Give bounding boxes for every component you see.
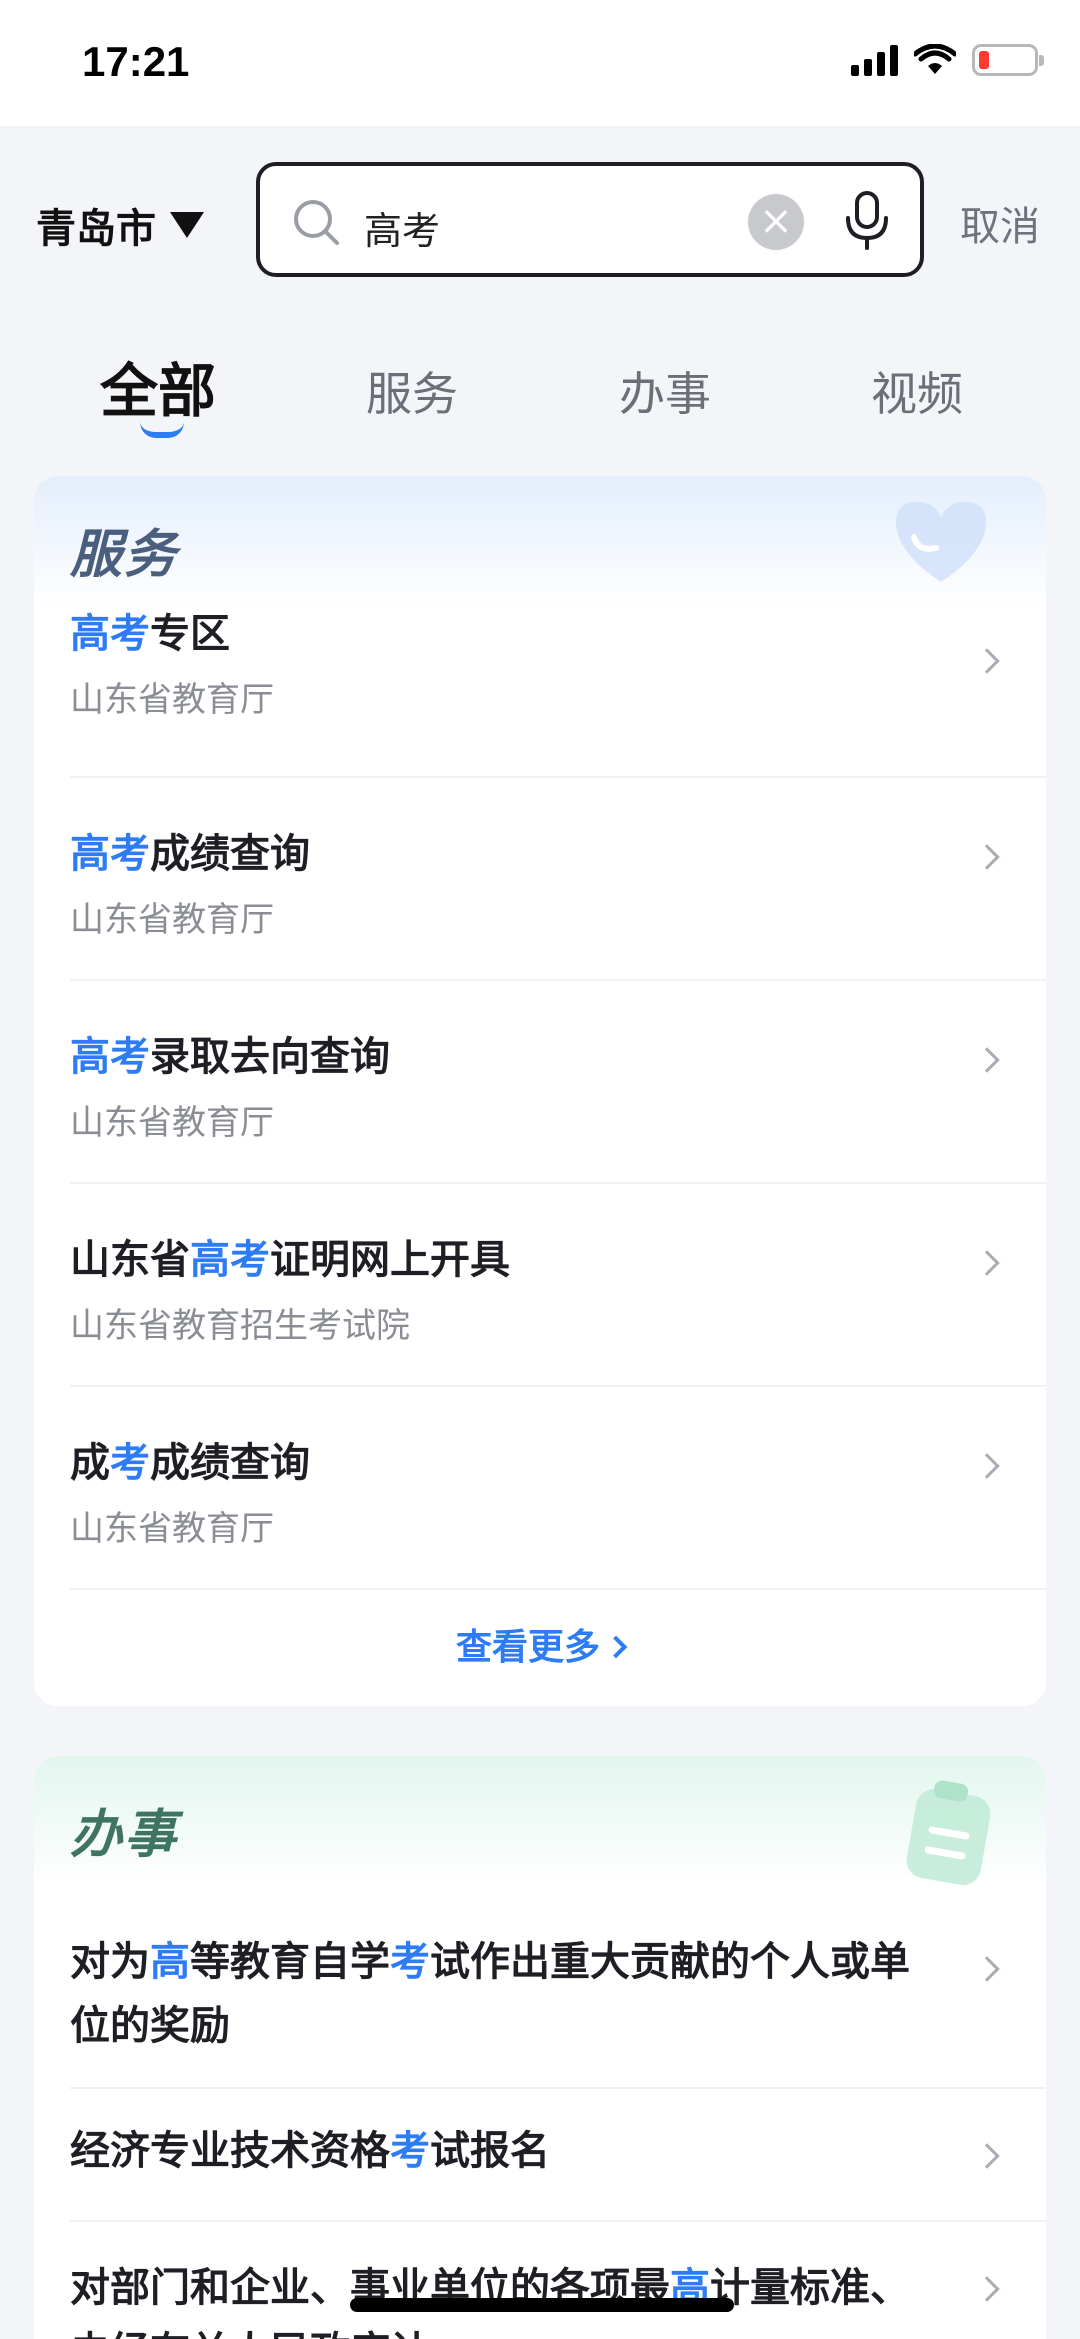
clipboard-decoration-icon [906, 1780, 991, 1886]
heart-decoration-icon [896, 501, 986, 582]
tab-affairs[interactable]: 办事 [619, 358, 711, 424]
services-card: 服务 高考专区 山东省教育厅 高考成绩查询 山东省教育厅 高考录取去向查询 山东… [34, 476, 1046, 1706]
affairs-item[interactable]: 对为高等教育自学考试作出重大贡献的个人或单位的奖励 [70, 1886, 1046, 2089]
search-icon [294, 200, 339, 245]
service-item-adult-exam-score[interactable]: 成考成绩查询 山东省教育厅 [70, 1387, 1046, 1590]
service-item-provider: 山东省教育厅 [70, 900, 274, 940]
services-title: 服务 [70, 525, 179, 585]
service-item-provider: 山东省教育厅 [70, 1103, 274, 1143]
city-label: 青岛市 [36, 206, 156, 252]
status-bar: 17:21 [0, 0, 1080, 126]
status-time: 17:21 [82, 38, 190, 85]
service-item-title: 山东省高考证明网上开具 [70, 1237, 510, 1283]
chevron-right-icon [604, 1635, 628, 1659]
service-item-provider: 山东省教育招生考试院 [70, 1306, 410, 1346]
affairs-card: 办事 对为高等教育自学考试作出重大贡献的个人或单位的奖励 经济专业技术资格考试报… [34, 1756, 1046, 2339]
microphone-icon[interactable] [842, 190, 892, 252]
caret-down-icon [170, 212, 204, 238]
affairs-item-title: 对为高等教育自学考试作出重大贡献的个人或单位的奖励 [70, 1939, 910, 2049]
cancel-button[interactable]: 取消 [960, 194, 1040, 252]
services-card-header: 服务 [34, 476, 1046, 606]
active-tab-indicator [140, 422, 184, 438]
category-tabs: 全部 服务 办事 视频 [0, 340, 1080, 440]
service-item-title: 高考专区 [70, 611, 230, 657]
search-query[interactable]: 高考 [364, 200, 440, 255]
view-more-button[interactable]: 查看更多 [34, 1590, 1046, 1706]
tab-all[interactable]: 全部 [100, 344, 216, 428]
affairs-title: 办事 [70, 1805, 179, 1865]
home-indicator [350, 2298, 734, 2312]
service-item-title: 成考成绩查询 [70, 1440, 310, 1486]
service-item-provider: 山东省教育厅 [70, 680, 274, 720]
service-item-admission-query[interactable]: 高考录取去向查询 山东省教育厅 [70, 981, 1046, 1184]
service-item-provider: 山东省教育厅 [70, 1509, 274, 1549]
service-item-score-query[interactable]: 高考成绩查询 山东省教育厅 [70, 778, 1046, 981]
service-item-title: 高考成绩查询 [70, 831, 310, 877]
service-item-gaokao-zone[interactable]: 高考专区 山东省教育厅 [70, 606, 1046, 778]
status-icons [851, 44, 1044, 76]
search-input[interactable]: 高考 × [256, 162, 924, 277]
service-item-certificate[interactable]: 山东省高考证明网上开具 山东省教育招生考试院 [70, 1184, 1046, 1387]
affairs-card-header: 办事 [34, 1756, 1046, 1886]
affairs-item[interactable]: 经济专业技术资格考试报名 [70, 2089, 1046, 2222]
affairs-item-title: 经济专业技术资格考试报名 [70, 2128, 550, 2174]
battery-icon [972, 44, 1044, 76]
affairs-item[interactable]: 对部门和企业、事业单位的各项最高计量标准、未经有关人民政府计 [70, 2222, 1046, 2339]
tab-videos[interactable]: 视频 [871, 358, 963, 424]
service-item-title: 高考录取去向查询 [70, 1034, 390, 1080]
cellular-signal-icon [851, 44, 898, 76]
wifi-icon [914, 44, 956, 74]
tab-services[interactable]: 服务 [366, 358, 458, 424]
clear-icon[interactable]: × [748, 194, 804, 250]
city-selector[interactable]: 青岛市 [36, 196, 204, 254]
